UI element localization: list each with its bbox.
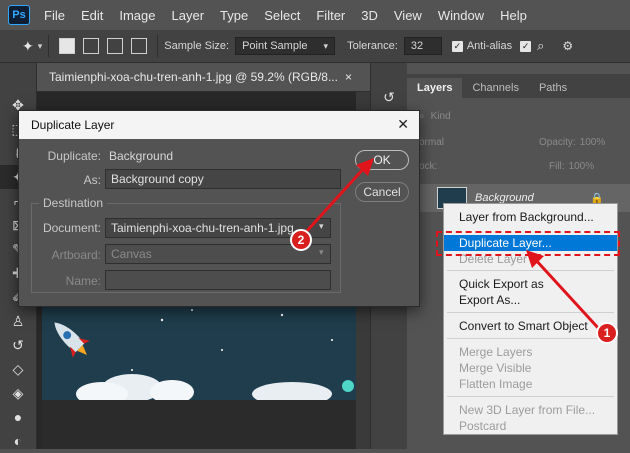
step-2-badge: 2 xyxy=(290,229,312,251)
step-1-badge: 1 xyxy=(596,322,618,344)
annotation-arrows xyxy=(304,158,602,332)
arrow-to-duplicate-layer xyxy=(526,250,602,332)
arrow-to-ok xyxy=(304,158,374,234)
